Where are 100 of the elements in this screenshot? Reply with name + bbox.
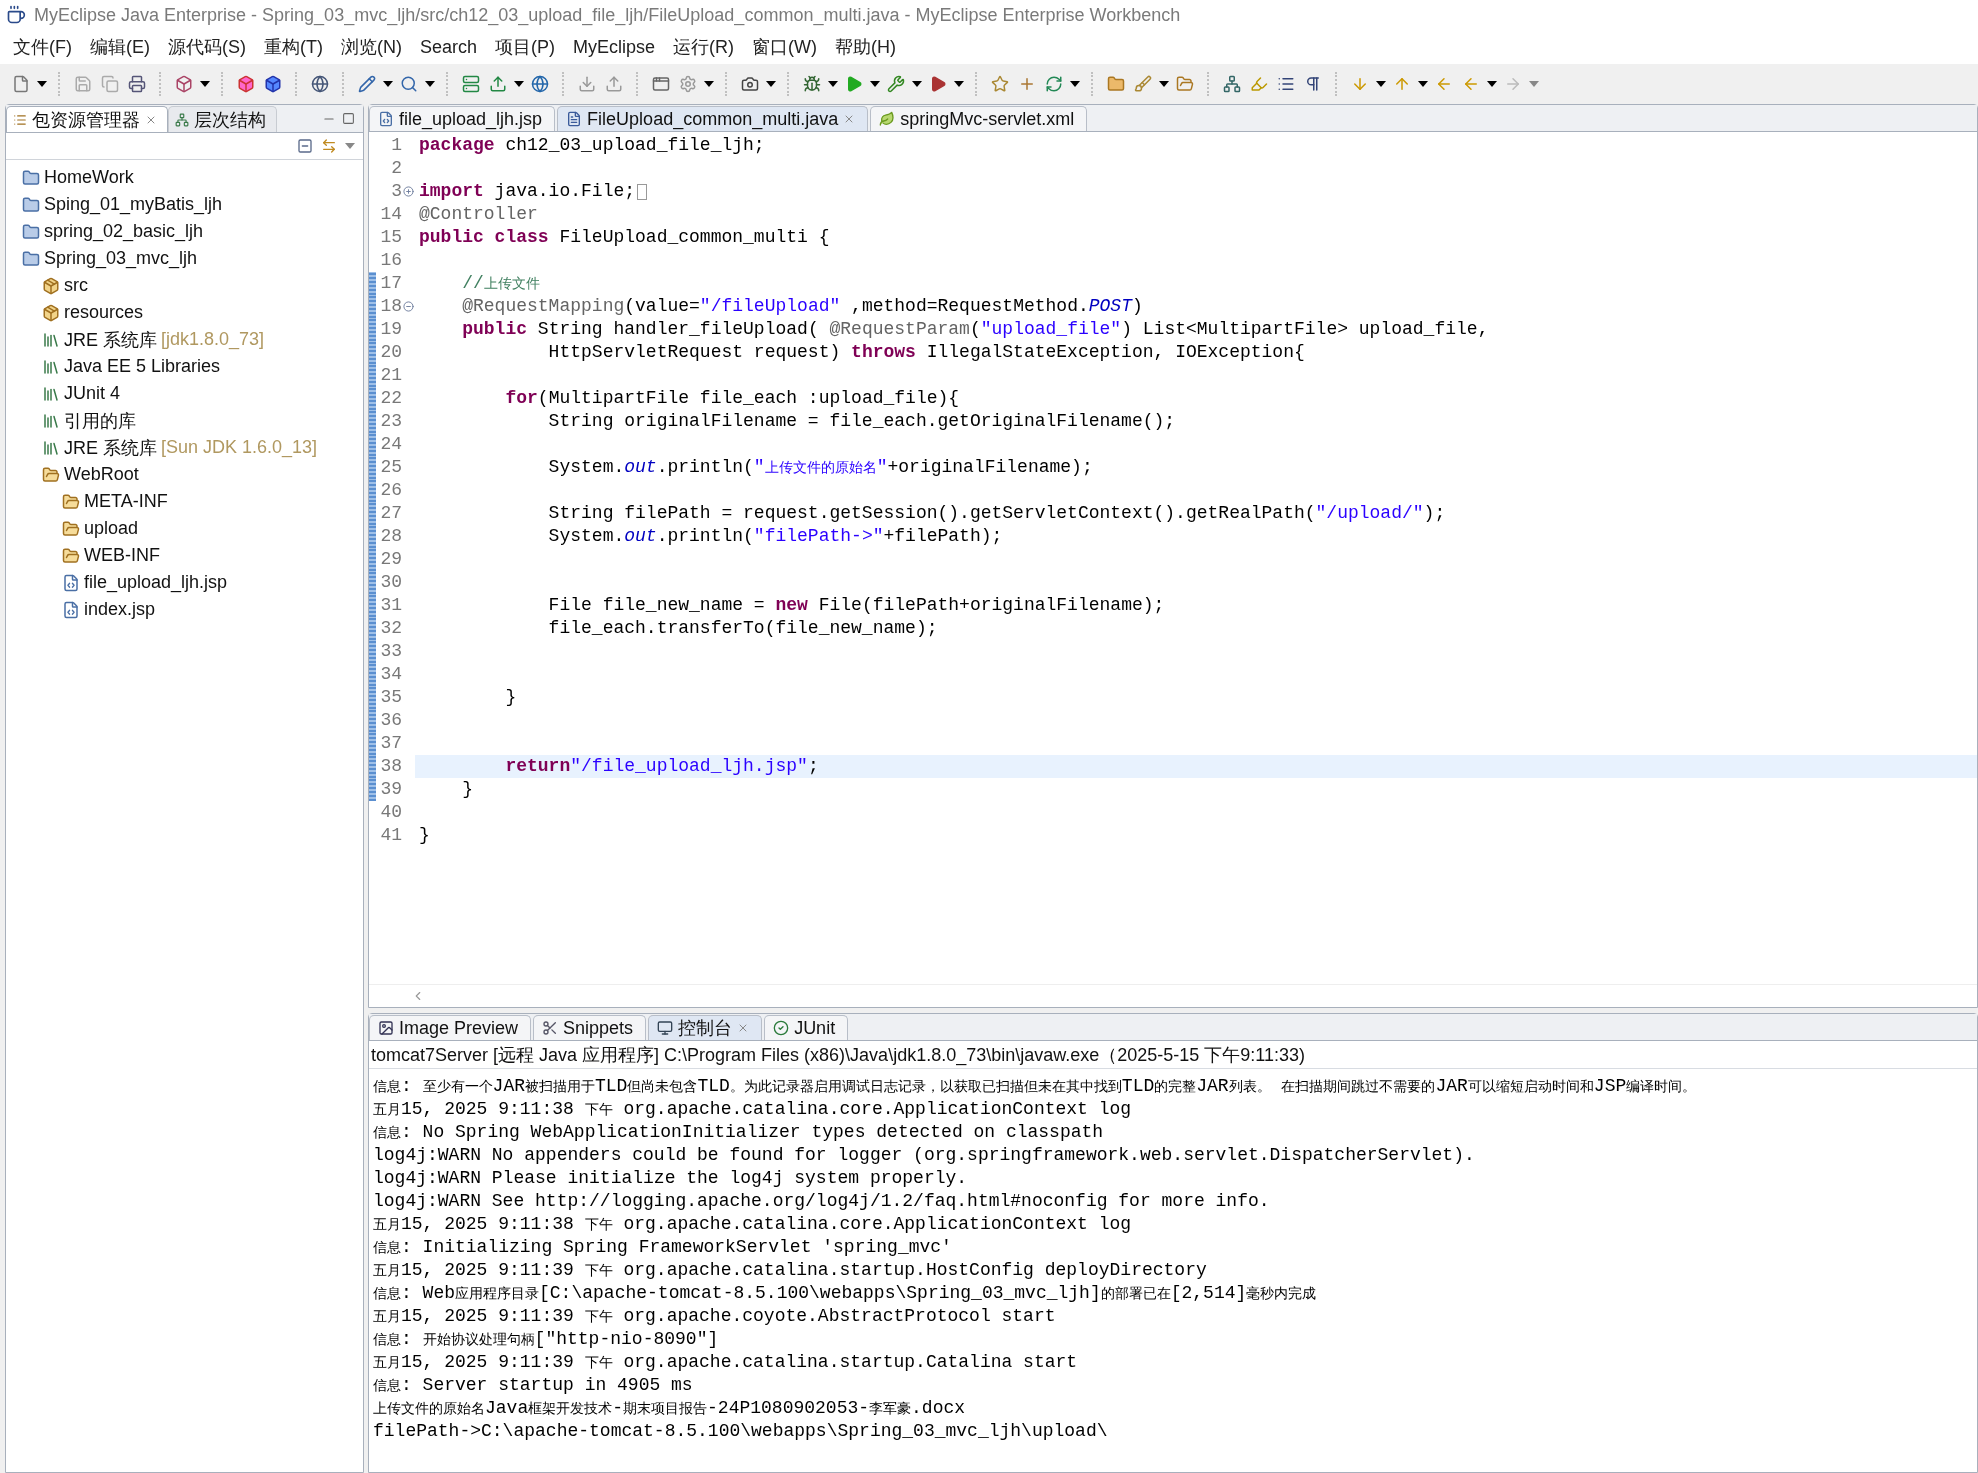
file-icon[interactable] [566,111,583,127]
tree-item[interactable]: resources [64,302,144,323]
view-tab[interactable]: Image Preview [369,1015,532,1040]
settings-icon[interactable] [679,75,697,93]
collapse-icon[interactable] [403,301,414,312]
tree-item[interactable]: file_upload_ljh.jsp [84,572,228,593]
scissors-icon[interactable] [542,1020,559,1036]
library-icon[interactable] [42,330,60,349]
expand-icon[interactable] [403,186,414,197]
package-icon[interactable] [42,303,60,322]
folder-icon[interactable] [42,465,60,484]
image-icon[interactable] [378,1020,394,1036]
dropdown-caret-icon[interactable] [1487,81,1497,87]
dropdown-caret-icon[interactable] [954,81,964,87]
dropdown-caret-icon[interactable] [912,81,922,87]
highlighter-icon[interactable] [1250,75,1268,93]
library-icon[interactable] [42,438,60,457]
pilcrow-icon[interactable] [1304,75,1322,93]
dropdown-caret-icon[interactable] [425,81,435,87]
dropdown-caret-icon[interactable] [1418,81,1428,87]
hierarchy-icon[interactable] [1223,75,1241,93]
menu-item[interactable]: 文件(F) [4,32,81,62]
tree-item[interactable]: HomeWork [44,167,134,188]
tree-item[interactable]: upload [84,518,139,539]
run-icon[interactable] [929,75,947,93]
panel-tab[interactable]: 层次结构 [168,106,277,132]
pencil-icon[interactable] [358,75,376,93]
collapse-all-icon[interactable] [297,138,313,154]
maximize-icon[interactable] [342,112,355,125]
view-tab[interactable]: Snippets [533,1015,647,1040]
window-icon[interactable] [652,75,670,93]
globe-icon[interactable] [531,75,549,93]
project-folder-icon[interactable] [22,168,40,187]
folder-icon[interactable] [62,492,80,511]
view-tab[interactable]: JUnit [764,1015,849,1040]
editor-tab[interactable]: file_upload_ljh.jsp [369,106,556,131]
hierarchy-icon[interactable] [175,112,189,127]
printer-icon[interactable] [128,75,146,93]
leaf-icon[interactable] [879,111,896,127]
cube-icon[interactable] [237,75,255,93]
folder-icon[interactable] [1107,75,1125,93]
tree-item[interactable]: WebRoot [64,464,139,485]
editor-tab[interactable]: FileUpload_common_multi.java [557,106,869,131]
tree-item[interactable]: spring_02_basic_ljh [44,221,204,242]
tree-item[interactable]: index.jsp [84,599,156,620]
menu-item[interactable]: 项目(P) [486,32,564,62]
menu-item[interactable]: 编辑(E) [81,32,159,62]
dropdown-caret-icon[interactable] [870,81,880,87]
editor-tab[interactable]: springMvc-servlet.xml [870,106,1088,131]
menu-item[interactable]: 窗口(W) [743,32,827,62]
bug-icon[interactable] [803,75,821,93]
dropdown-caret-icon[interactable] [1376,81,1386,87]
panel-tab[interactable]: 包资源管理器 [6,106,168,132]
project-folder-icon[interactable] [22,249,40,268]
dropdown-caret-icon[interactable] [200,81,210,87]
library-icon[interactable] [42,411,60,430]
dropdown-caret-icon[interactable] [37,81,47,87]
package-explorer-icon[interactable] [13,112,27,127]
menu-item[interactable]: 浏览(N) [331,32,411,62]
tree-item[interactable]: 引用的库 [64,408,136,433]
menu-item[interactable]: 运行(R) [664,32,744,62]
check-icon[interactable] [773,1020,790,1036]
refresh-icon[interactable] [1045,75,1063,93]
link-icon[interactable] [321,138,337,154]
tree-item[interactable]: META-INF [84,491,168,512]
download-icon[interactable] [578,75,596,93]
dropdown-caret-icon[interactable] [828,81,838,87]
project-folder-icon[interactable] [22,195,40,214]
file-icon[interactable] [378,111,394,127]
file-icon[interactable] [62,600,80,619]
list-icon[interactable] [1277,75,1295,93]
library-icon[interactable] [42,384,60,403]
menu-item[interactable]: 重构(T) [255,32,332,62]
box-icon[interactable] [175,75,193,93]
dropdown-caret-icon[interactable] [766,81,776,87]
brush-icon[interactable] [1134,75,1152,93]
dropdown-caret-icon[interactable] [1070,81,1080,87]
menu-item[interactable]: MyEclipse [564,33,665,61]
menu-item[interactable]: Search [410,33,486,61]
upload-icon[interactable] [489,75,507,93]
dropdown-caret-icon[interactable] [514,81,524,87]
camera-icon[interactable] [741,75,759,93]
dropdown-caret-icon[interactable] [704,81,714,87]
file-icon[interactable] [62,573,80,592]
plus-icon[interactable] [1018,75,1036,93]
star-icon[interactable] [991,75,1009,93]
server-icon[interactable] [462,75,480,93]
folded-code-icon[interactable] [637,183,648,200]
dropdown-caret-icon[interactable] [383,81,393,87]
app-icon[interactable] [6,5,26,25]
new-file-icon[interactable] [12,75,30,93]
tree-item[interactable]: JRE 系统库 [64,327,157,352]
tree-item[interactable]: Java EE 5 Libraries [64,356,221,377]
play-icon[interactable] [845,75,863,93]
project-folder-icon[interactable] [22,222,40,241]
tree-item[interactable]: JRE 系统库 [64,435,157,460]
folder-icon[interactable] [1176,75,1194,93]
package-icon[interactable] [42,276,60,295]
tree-item[interactable]: Spring_03_mvc_ljh [44,248,198,269]
tree-item[interactable]: Sping_01_myBatis_ljh [44,194,223,215]
